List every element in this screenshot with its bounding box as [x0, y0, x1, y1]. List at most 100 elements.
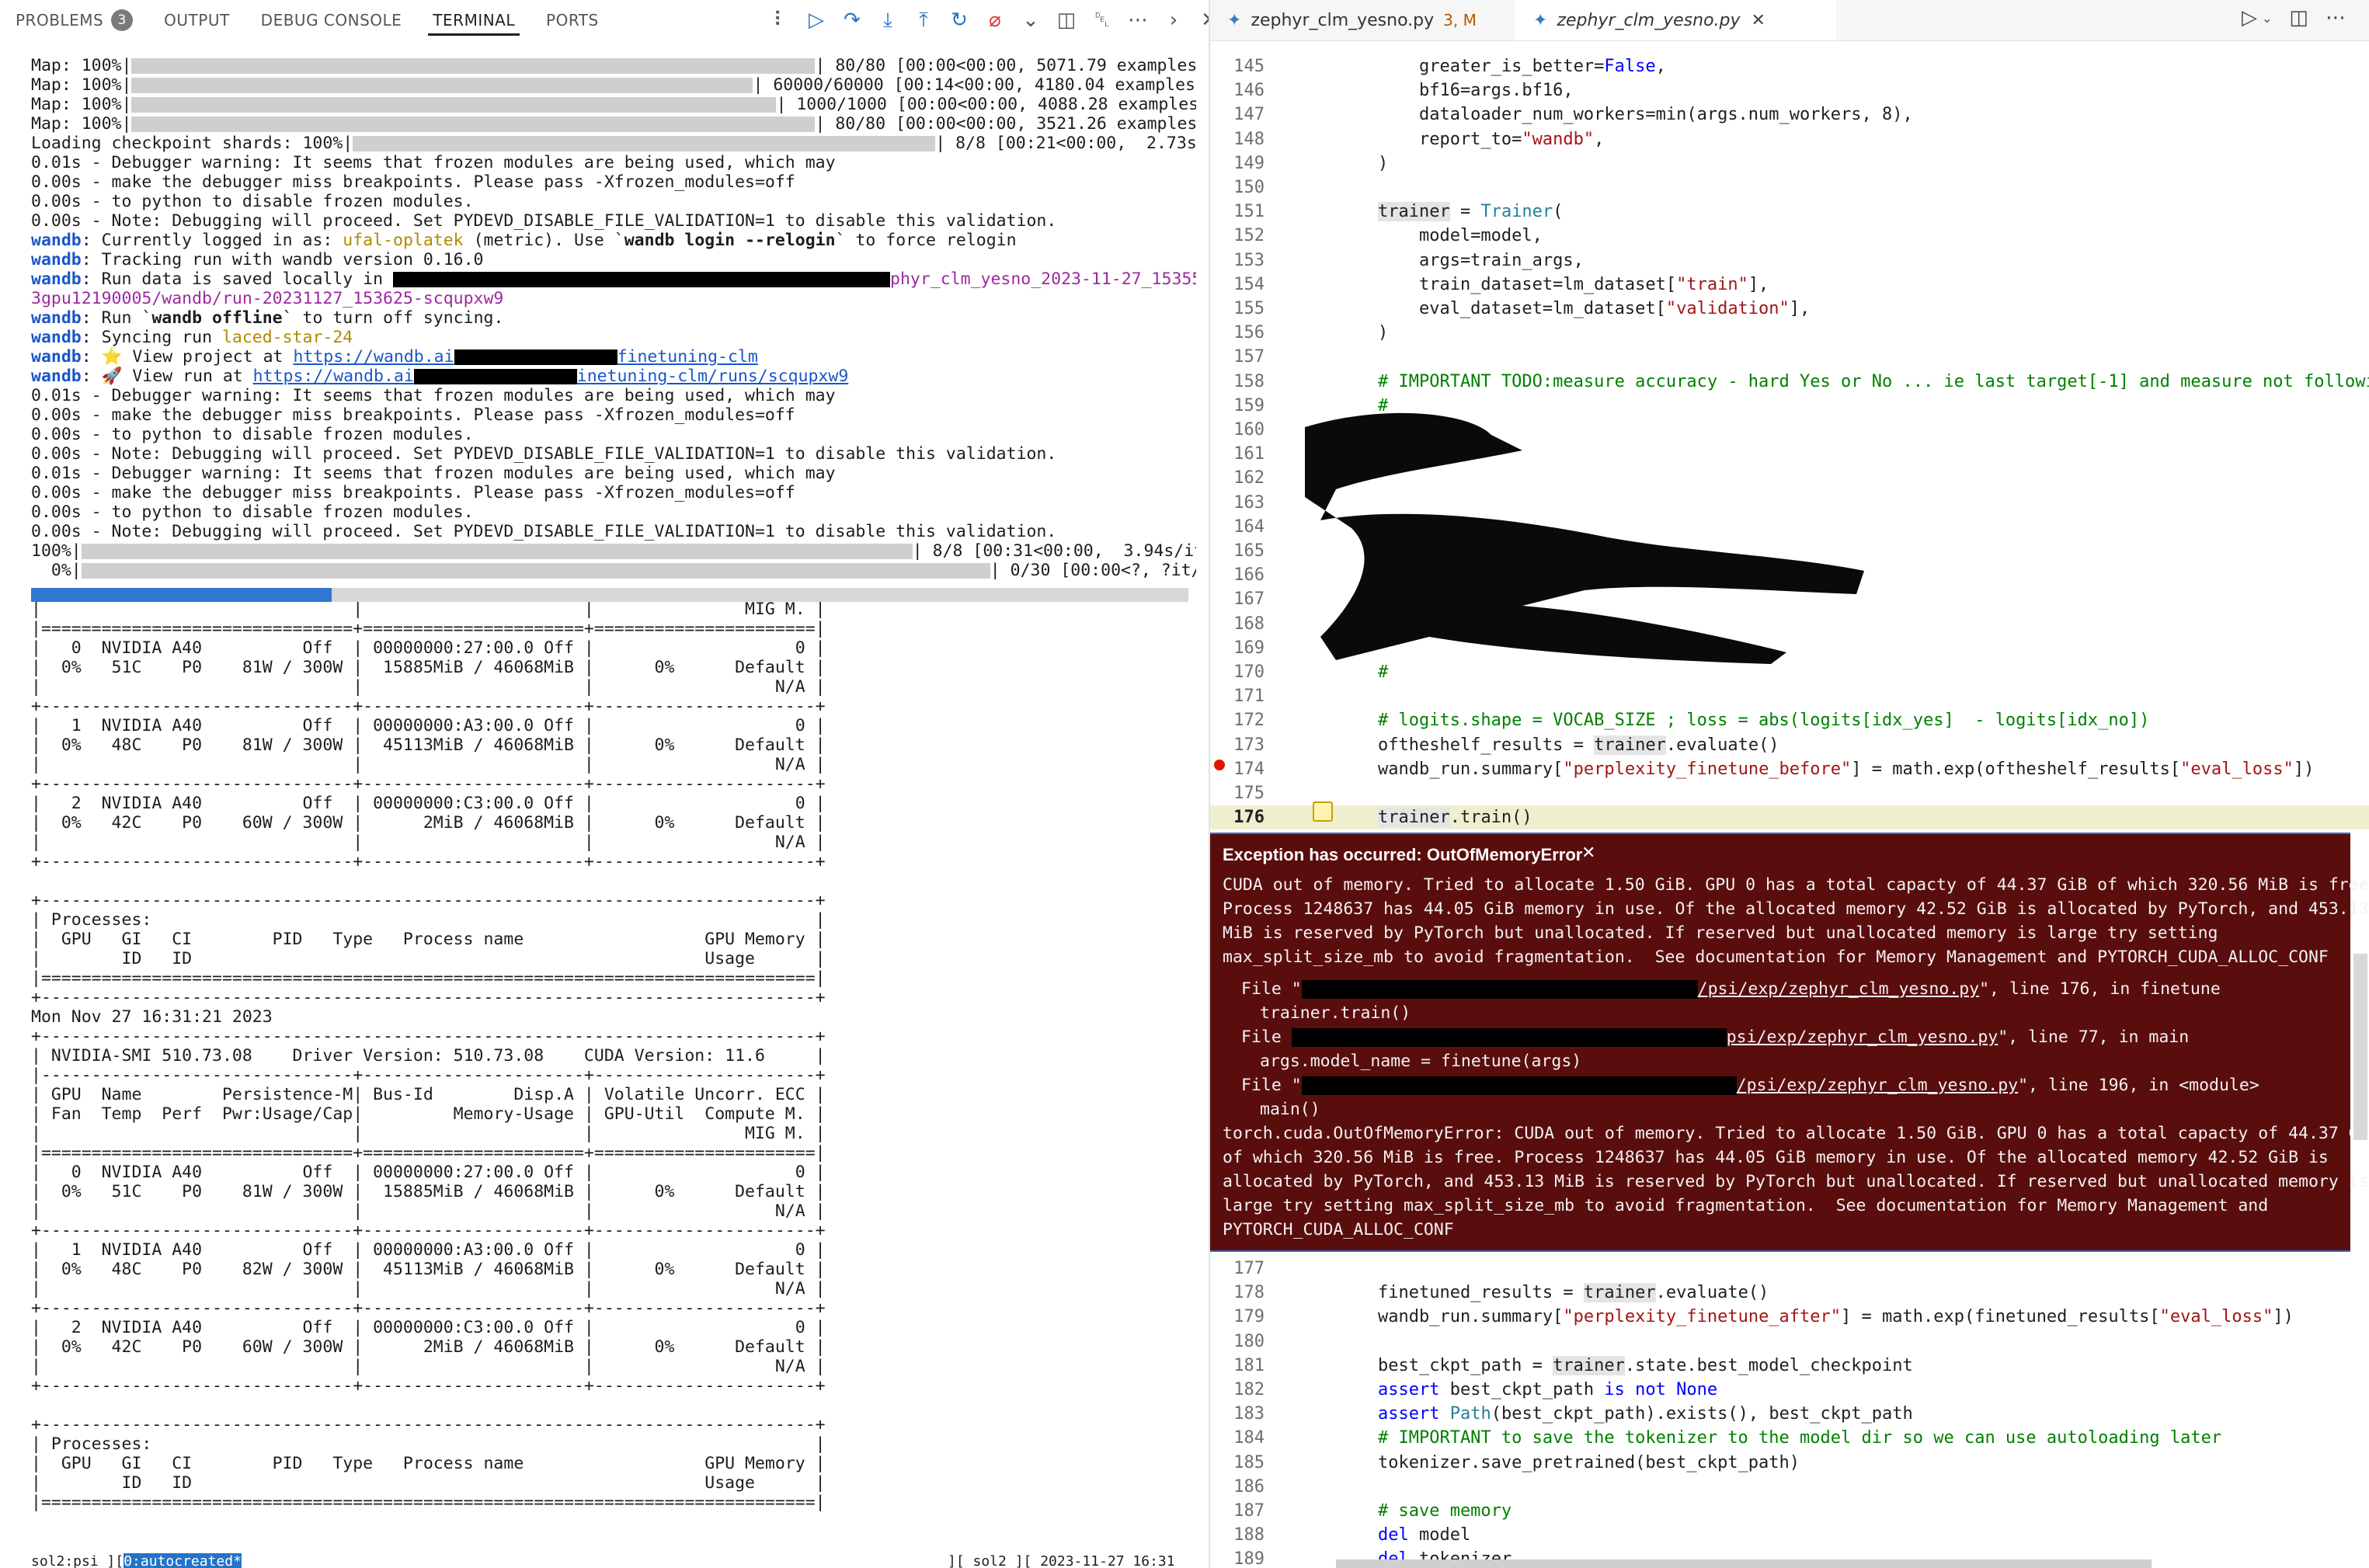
modified-indicator: 3, M — [1443, 11, 1477, 30]
redacted-path — [1291, 1028, 1727, 1047]
close-icon[interactable]: ✕ — [1752, 11, 1765, 30]
code-line: 150 — [1210, 176, 2369, 200]
terminal-line: Mon Nov 27 16:31:21 2023 — [31, 1007, 1196, 1027]
more-icon[interactable]: ⋯ — [2326, 6, 2346, 30]
tab-problems[interactable]: PROBLEMS 3 — [0, 0, 148, 40]
step-over-icon[interactable]: ↷ — [837, 5, 868, 36]
wandb-link[interactable]: inetuning-clm/runs/scqupxw9 — [577, 367, 849, 386]
terminal-text: | 0% 42C P0 60W / 300W | 2MiB / 46068MiB… — [31, 1337, 826, 1357]
wandb-prefix: wandb — [31, 347, 82, 367]
terminal-text: 0.00s - Note: Debugging will proceed. Se… — [31, 522, 1057, 541]
terminal-line: | GPU GI CI PID Type Process name GPU Me… — [31, 930, 1196, 949]
code-string: "validation" — [1665, 299, 1790, 318]
wandb-prefix: wandb — [31, 250, 82, 269]
trash-icon[interactable]: ␡ — [1087, 5, 1118, 36]
tmux-window-active[interactable]: 0:autocreated* — [123, 1553, 242, 1568]
line-number: 181 — [1233, 1355, 1265, 1375]
more-icon[interactable]: ⋯ — [1122, 5, 1153, 36]
terminal-line: | | | N/A | — [31, 1357, 1196, 1376]
editor-tab-active[interactable]: ✦ zephyr_clm_yesno.py ✕ — [1515, 0, 1836, 40]
split-editor-icon[interactable]: ◫ — [2289, 6, 2308, 30]
code-line: 154 train_dataset=lm_dataset["train"], — [1210, 273, 2369, 297]
terminal-text: | 1 NVIDIA A40 Off | 00000000:A3:00.0 Of… — [31, 1240, 826, 1260]
exception-scrollbar[interactable] — [2353, 954, 2367, 1140]
code-line: 188 del model — [1210, 1523, 2369, 1547]
tab-ports[interactable]: PORTS — [531, 0, 614, 40]
disconnect-icon[interactable]: ⌀ — [979, 5, 1011, 36]
terminal-text: | GPU GI CI PID Type Process name GPU Me… — [31, 930, 826, 949]
code-line: 182 assert best_ckpt_path is not None — [1210, 1378, 2369, 1402]
horizontal-scrollbar[interactable] — [1336, 1559, 2152, 1568]
terminal-text: | | | MIG M. | — [31, 1124, 826, 1143]
line-number: 149 — [1233, 153, 1265, 173]
terminal-line: Map: 100%| | 80/80 [00:00<00:00, 3521.26 … — [31, 114, 1196, 134]
terminal-line: | GPU Name Persistence-M| Bus-Id Disp.A … — [31, 1085, 1196, 1104]
terminal-line: | 2 NVIDIA A40 Off | 00000000:C3:00.0 Of… — [31, 1318, 1196, 1337]
stack-frame[interactable]: File psi/exp/zephyr_clm_yesno.py", line … — [1241, 1025, 2189, 1049]
line-number: 153 — [1233, 250, 1265, 270]
python-file-icon: ✦ — [1227, 10, 1242, 30]
stack-file-path[interactable]: psi/exp/zephyr_clm_yesno.py — [1727, 1027, 1999, 1047]
terminal-line — [31, 1396, 1196, 1415]
close-icon[interactable]: ✕ — [1581, 843, 1595, 863]
code-line: 175 — [1210, 781, 2369, 805]
exception-message-line: MiB is reserved by PyTorch but unallocat… — [1223, 923, 2218, 943]
terminal-line: 0.00s - to python to disable frozen modu… — [31, 502, 1196, 522]
code-text: args=train_args, — [1337, 250, 1584, 270]
wandb-run-path: phyr_clm_yesno_2023-11-27_153556_tdll- — [890, 269, 1196, 289]
code-line: 185 tokenizer.save_pretrained(best_ckpt_… — [1210, 1451, 2369, 1475]
terminal-text: |-------------------------------+-------… — [31, 1066, 826, 1085]
terminal-text: | ID ID Usage | — [31, 949, 826, 968]
terminal-text: +---------------------------------------… — [31, 988, 826, 1007]
step-out-icon[interactable]: ⤒ — [908, 5, 939, 36]
tab-output[interactable]: OUTPUT — [148, 0, 245, 40]
run-icon[interactable]: ▷ — [2242, 6, 2257, 30]
code-class: Trainer — [1480, 202, 1553, 222]
terminal-line: |===============================+=======… — [31, 619, 1196, 638]
continue-icon[interactable]: ▷ — [801, 5, 832, 36]
code-text: ) — [1337, 323, 1389, 343]
terminal-text: : 🚀 View run at — [81, 367, 253, 386]
exception-final-line: torch.cuda.OutOfMemoryError: CUDA out of… — [1223, 1124, 2369, 1143]
chevron-down-icon[interactable]: ⌄ — [2262, 11, 2272, 30]
chevron-down-icon[interactable]: ⌄ — [1015, 5, 1046, 36]
stack-file-path[interactable]: /psi/exp/zephyr_clm_yesno.py — [1737, 1076, 2018, 1095]
terminal-line: | 0% 42C P0 60W / 300W | 2MiB / 46068MiB… — [31, 1337, 1196, 1357]
terminal-text: Map: 100%| — [31, 114, 132, 134]
terminal-line — [31, 871, 1196, 891]
tmux-status-line: sol2:psi ][0:autocreated*][ sol2 ][ 2023… — [31, 1553, 1196, 1568]
stack-file-label: File " — [1241, 1076, 1302, 1095]
terminal-text: 0.00s - make the debugger miss breakpoin… — [31, 172, 795, 192]
line-number: 152 — [1233, 226, 1265, 246]
editor-tab-label: zephyr_clm_yesno.py — [1251, 10, 1435, 30]
code-editor[interactable]: 145 greater_is_better=False, 146 bf16=arg… — [1210, 47, 2369, 1568]
stack-file-label: File " — [1241, 979, 1302, 999]
wandb-link[interactable]: https://wandb.ai — [293, 347, 454, 367]
split-terminal-icon[interactable]: ◫ — [1051, 5, 1082, 36]
progress-stats: | 1000/1000 [00:00<00:00, 4088.28 exampl… — [776, 95, 1196, 114]
chevron-right-icon[interactable]: › — [1158, 5, 1189, 36]
stack-frame[interactable]: File " /psi/exp/zephyr_clm_yesno.py", lin… — [1241, 977, 2221, 1001]
terminal-line: | 0% 42C P0 60W / 300W | 2MiB / 46068MiB… — [31, 813, 1196, 833]
stack-file-path[interactable]: /psi/exp/zephyr_clm_yesno.py — [1698, 979, 1979, 999]
terminal-line: | | | MIG M. | — [31, 600, 1196, 619]
code-text: report_to="wandb", — [1337, 129, 1605, 149]
code-highlight-word: trainer — [1583, 1283, 1656, 1303]
wandb-link[interactable]: finetuning-clm — [617, 347, 758, 367]
tab-terminal[interactable]: TERMINAL — [417, 0, 531, 40]
wandb-link[interactable]: https://wandb.ai — [253, 367, 414, 386]
stack-frame[interactable]: File " /psi/exp/zephyr_clm_yesno.py", lin… — [1241, 1073, 2259, 1097]
terminal-line: | 0 NVIDIA A40 Off | 00000000:27:00.0 Of… — [31, 638, 1196, 658]
terminal-output[interactable]: Map: 100%| | 80/80 [00:00<00:00, 5071.79 … — [31, 56, 1196, 1559]
terminal-text: 0.00s - to python to disable frozen modu… — [31, 425, 474, 444]
editor-tab-modified[interactable]: ✦ zephyr_clm_yesno.py 3, M — [1210, 0, 1532, 40]
close-icon[interactable]: ✕ — [1194, 5, 1209, 36]
line-number: 150 — [1233, 178, 1265, 197]
stack-frame-code: args.model_name = finetune(args) — [1260, 1052, 1582, 1071]
terminal-line: | | | N/A | — [31, 677, 1196, 697]
tab-debug-console[interactable]: DEBUG CONSOLE — [245, 0, 418, 40]
breakpoint-icon[interactable] — [1214, 760, 1225, 770]
restart-icon[interactable]: ↻ — [944, 5, 975, 36]
code-comment: # IMPORTANT TODO:measure accuracy - hard… — [1337, 371, 2369, 391]
step-into-icon[interactable]: ⤓ — [872, 5, 903, 36]
